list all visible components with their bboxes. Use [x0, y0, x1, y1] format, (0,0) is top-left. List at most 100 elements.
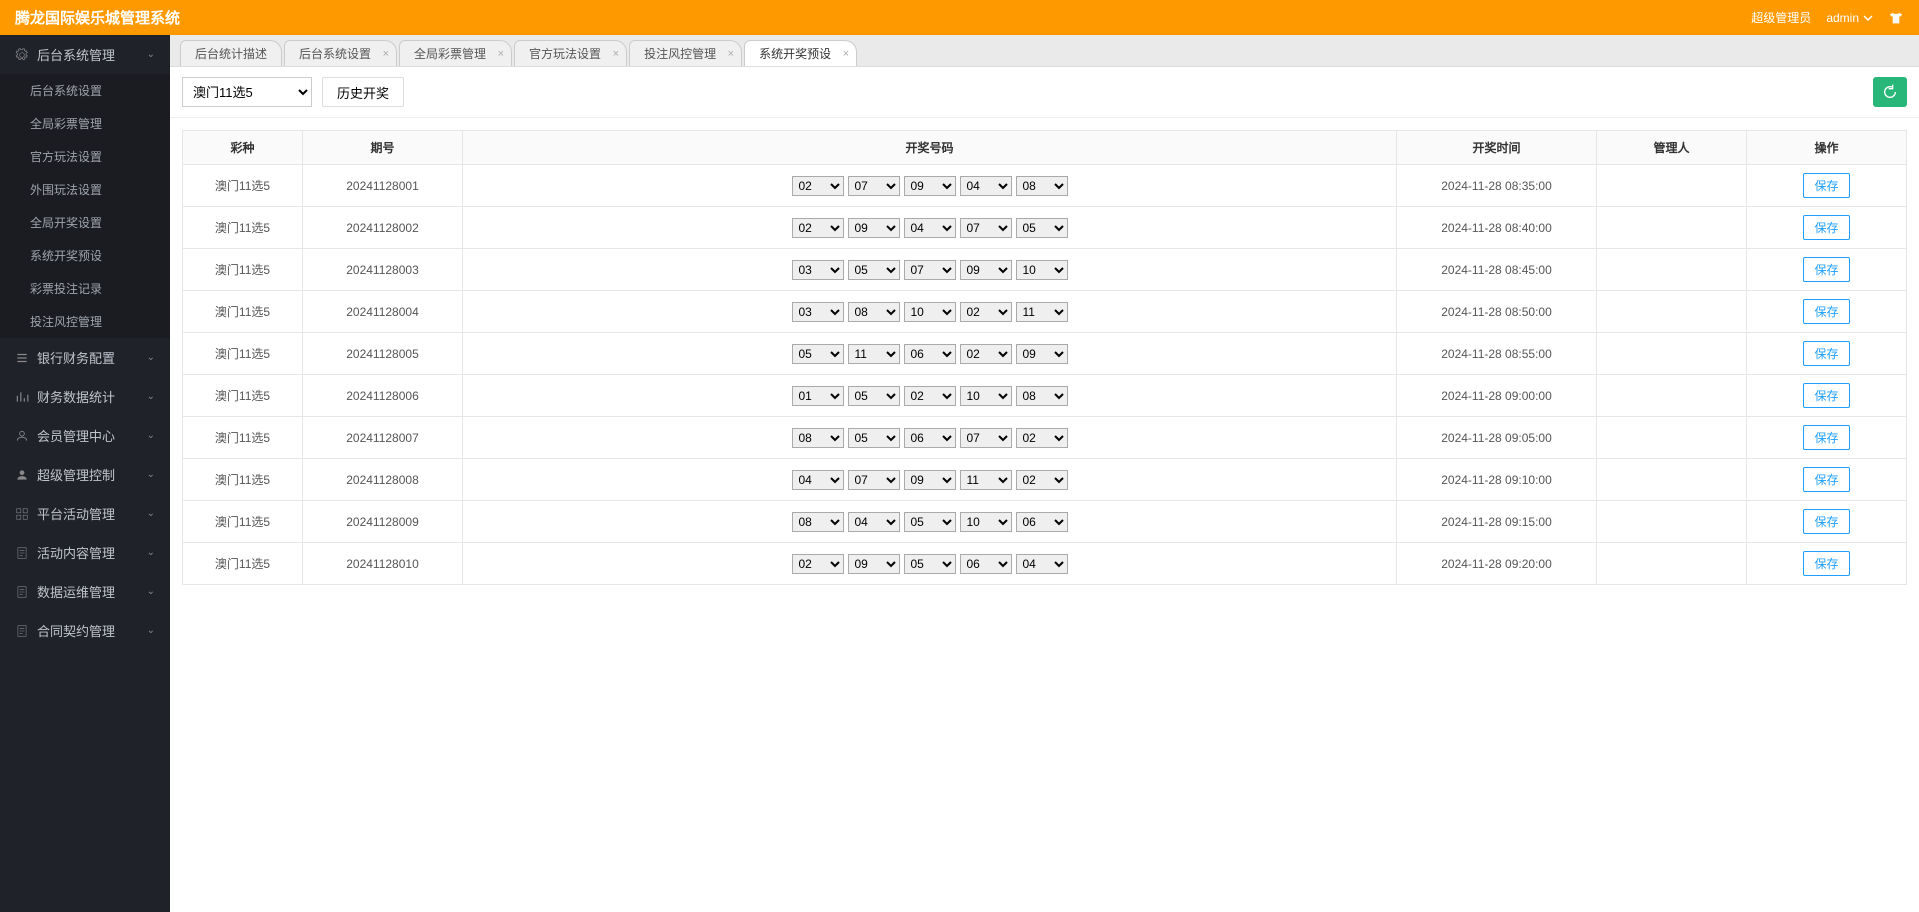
number-select[interactable]: 10 — [960, 386, 1012, 406]
number-select[interactable]: 04 — [848, 512, 900, 532]
number-select[interactable]: 02 — [1016, 428, 1068, 448]
nav-header[interactable]: 平台活动管理⌄ — [0, 494, 170, 533]
number-select[interactable]: 09 — [904, 470, 956, 490]
nav-item[interactable]: 投注风控管理 — [0, 305, 170, 338]
number-select[interactable]: 03 — [792, 260, 844, 280]
number-select[interactable]: 10 — [904, 302, 956, 322]
tab[interactable]: 投注风控管理× — [629, 40, 742, 66]
nav-header[interactable]: 数据运维管理⌄ — [0, 572, 170, 611]
save-button[interactable]: 保存 — [1803, 383, 1849, 408]
nav-header[interactable]: 会员管理中心⌄ — [0, 416, 170, 455]
number-select[interactable]: 09 — [1016, 344, 1068, 364]
number-select[interactable]: 01 — [792, 386, 844, 406]
close-icon[interactable]: × — [843, 48, 849, 60]
save-button[interactable]: 保存 — [1803, 257, 1849, 282]
number-select[interactable]: 05 — [904, 512, 956, 532]
number-select[interactable]: 05 — [848, 386, 900, 406]
number-select[interactable]: 07 — [904, 260, 956, 280]
save-button[interactable]: 保存 — [1803, 215, 1849, 240]
number-select[interactable]: 07 — [848, 470, 900, 490]
nav-group-label: 超级管理控制 — [37, 465, 115, 484]
save-button[interactable]: 保存 — [1803, 467, 1849, 492]
number-select[interactable]: 03 — [792, 302, 844, 322]
number-select[interactable]: 10 — [1016, 260, 1068, 280]
number-select[interactable]: 11 — [960, 470, 1012, 490]
number-select[interactable]: 08 — [792, 512, 844, 532]
number-select[interactable]: 10 — [960, 512, 1012, 532]
nav-item[interactable]: 全局彩票管理 — [0, 107, 170, 140]
number-select[interactable]: 06 — [960, 554, 1012, 574]
save-button[interactable]: 保存 — [1803, 173, 1849, 198]
number-select[interactable]: 05 — [792, 344, 844, 364]
tab[interactable]: 后台统计描述 — [180, 40, 282, 66]
nav-item[interactable]: 官方玩法设置 — [0, 140, 170, 173]
nav-header[interactable]: 后台系统管理⌄ — [0, 35, 170, 74]
number-select[interactable]: 02 — [792, 554, 844, 574]
number-select[interactable]: 06 — [904, 344, 956, 364]
number-select[interactable]: 02 — [904, 386, 956, 406]
number-select[interactable]: 09 — [848, 218, 900, 238]
tab[interactable]: 后台系统设置× — [284, 40, 397, 66]
nav-header[interactable]: 银行财务配置⌄ — [0, 338, 170, 377]
number-select[interactable]: 07 — [960, 428, 1012, 448]
number-select[interactable]: 08 — [848, 302, 900, 322]
nav-header[interactable]: 合同契约管理⌄ — [0, 611, 170, 650]
number-select[interactable]: 04 — [792, 470, 844, 490]
nav-item[interactable]: 外围玩法设置 — [0, 173, 170, 206]
number-select[interactable]: 09 — [848, 554, 900, 574]
tab[interactable]: 全局彩票管理× — [399, 40, 512, 66]
nav-item[interactable]: 后台系统设置 — [0, 74, 170, 107]
number-select[interactable]: 02 — [960, 302, 1012, 322]
number-select[interactable]: 02 — [960, 344, 1012, 364]
nav-header[interactable]: 超级管理控制⌄ — [0, 455, 170, 494]
number-select[interactable]: 08 — [792, 428, 844, 448]
th-action: 操作 — [1747, 131, 1907, 165]
number-select[interactable]: 02 — [1016, 470, 1068, 490]
number-select[interactable]: 06 — [1016, 512, 1068, 532]
number-select[interactable]: 05 — [904, 554, 956, 574]
number-select[interactable]: 05 — [848, 428, 900, 448]
nav-item[interactable]: 全局开奖设置 — [0, 206, 170, 239]
number-select[interactable]: 06 — [904, 428, 956, 448]
number-select[interactable]: 11 — [848, 344, 900, 364]
close-icon[interactable]: × — [383, 48, 389, 60]
number-select[interactable]: 02 — [792, 176, 844, 196]
tab[interactable]: 官方玩法设置× — [514, 40, 627, 66]
nav-header[interactable]: 活动内容管理⌄ — [0, 533, 170, 572]
tshirt-icon[interactable] — [1888, 10, 1904, 26]
number-select[interactable]: 02 — [792, 218, 844, 238]
table-row: 澳门11选52024112800102070904082024-11-28 08… — [183, 165, 1907, 207]
close-icon[interactable]: × — [728, 48, 734, 60]
cell-action: 保存 — [1747, 459, 1907, 501]
number-select[interactable]: 05 — [1016, 218, 1068, 238]
save-button[interactable]: 保存 — [1803, 341, 1849, 366]
refresh-button[interactable] — [1873, 77, 1907, 107]
history-button[interactable]: 历史开奖 — [322, 77, 404, 107]
number-select[interactable]: 04 — [904, 218, 956, 238]
number-select[interactable]: 04 — [1016, 554, 1068, 574]
tab[interactable]: 系统开奖预设 × — [744, 40, 857, 66]
save-button[interactable]: 保存 — [1803, 299, 1849, 324]
lottery-select[interactable]: 澳门11选5 — [182, 77, 312, 107]
number-select[interactable]: 04 — [960, 176, 1012, 196]
save-button[interactable]: 保存 — [1803, 425, 1849, 450]
number-select[interactable]: 11 — [1016, 302, 1068, 322]
number-select[interactable]: 07 — [960, 218, 1012, 238]
save-button[interactable]: 保存 — [1803, 509, 1849, 534]
tab-label: 系统开奖预设 — [759, 45, 831, 62]
nav-header[interactable]: 财务数据统计⌄ — [0, 377, 170, 416]
nav-item[interactable]: 系统开奖预设 — [0, 239, 170, 272]
cell-type: 澳门11选5 — [183, 207, 303, 249]
number-select[interactable]: 09 — [960, 260, 1012, 280]
number-select[interactable]: 07 — [848, 176, 900, 196]
cell-admin — [1597, 291, 1747, 333]
number-select[interactable]: 08 — [1016, 386, 1068, 406]
close-icon[interactable]: × — [613, 48, 619, 60]
close-icon[interactable]: × — [498, 48, 504, 60]
number-select[interactable]: 05 — [848, 260, 900, 280]
user-menu[interactable]: admin — [1826, 11, 1873, 25]
nav-item[interactable]: 彩票投注记录 — [0, 272, 170, 305]
number-select[interactable]: 08 — [1016, 176, 1068, 196]
number-select[interactable]: 09 — [904, 176, 956, 196]
save-button[interactable]: 保存 — [1803, 551, 1849, 576]
